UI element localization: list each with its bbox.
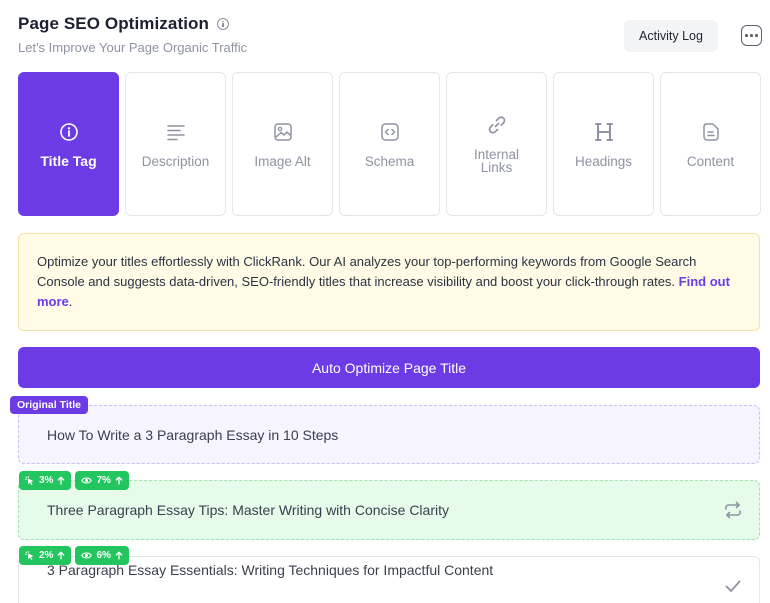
eye-icon xyxy=(81,552,93,559)
tab-label: Title Tag xyxy=(40,152,97,169)
tab-label: Content xyxy=(686,153,735,169)
views-badge: 7% xyxy=(75,471,129,490)
tab-content[interactable]: Content xyxy=(660,72,761,216)
link-icon xyxy=(486,114,508,136)
tab-schema[interactable]: Schema xyxy=(339,72,440,216)
views-value: 7% xyxy=(96,475,111,486)
suggestion-item[interactable]: 3 Paragraph Essay Essentials: Writing Te… xyxy=(18,556,760,603)
click-icon xyxy=(25,475,34,485)
tab-internal-links[interactable]: Internal Links xyxy=(446,72,547,216)
info-icon[interactable] xyxy=(217,18,230,30)
views-value: 6% xyxy=(96,550,111,561)
original-title-text: How To Write a 3 Paragraph Essay in 10 S… xyxy=(47,426,339,443)
banner-link-suffix: . xyxy=(68,294,73,309)
page-subtitle: Let's Improve Your Page Organic Traffic xyxy=(18,40,248,55)
original-title-box: How To Write a 3 Paragraph Essay in 10 S… xyxy=(18,405,760,464)
original-title-tag: Original Title xyxy=(10,396,88,414)
check-icon[interactable] xyxy=(723,576,743,596)
heading-icon xyxy=(593,121,615,143)
suggestion-item[interactable]: Three Paragraph Essay Tips: Master Writi… xyxy=(18,480,760,540)
ctr-value: 2% xyxy=(39,550,54,561)
suggestion-1-metrics: 3% 7% xyxy=(19,471,129,490)
views-badge: 6% xyxy=(75,546,129,565)
ctr-badge: 3% xyxy=(19,471,72,490)
suggestion-text: Three Paragraph Essay Tips: Master Writi… xyxy=(47,502,449,518)
tab-headings[interactable]: Headings xyxy=(553,72,654,216)
banner-text: Optimize your titles effortlessly with C… xyxy=(37,254,697,289)
title-row: Page SEO Optimization xyxy=(18,14,247,34)
ctr-value: 3% xyxy=(39,475,54,486)
tab-label: Description xyxy=(141,153,210,169)
optimization-tabs: Title Tag Description Image Alt Schema I… xyxy=(18,72,761,216)
code-icon xyxy=(379,121,401,143)
auto-optimize-button[interactable]: Auto Optimize Page Title xyxy=(18,347,760,388)
more-options-icon[interactable] xyxy=(741,25,762,46)
page-title: Page SEO Optimization xyxy=(18,14,210,33)
tab-image-alt[interactable]: Image Alt xyxy=(232,72,333,216)
regenerate-icon[interactable] xyxy=(723,500,743,520)
eye-icon xyxy=(81,477,93,484)
tab-label: Image Alt xyxy=(254,153,311,169)
arrow-up-icon xyxy=(58,551,65,560)
page-header: Page SEO Optimization Let's Improve Your… xyxy=(18,14,247,55)
arrow-up-icon xyxy=(115,551,123,560)
ctr-badge: 2% xyxy=(19,546,72,565)
info-icon xyxy=(58,121,80,143)
info-banner: Optimize your titles effortlessly with C… xyxy=(18,233,760,331)
activity-log-button[interactable]: Activity Log xyxy=(624,20,718,52)
tab-label: Schema xyxy=(364,153,415,169)
tab-label: Internal Links xyxy=(473,147,520,175)
tab-label: Headings xyxy=(574,153,633,169)
tab-description[interactable]: Description xyxy=(125,72,226,216)
image-icon xyxy=(272,121,294,143)
arrow-up-icon xyxy=(58,476,65,485)
document-icon xyxy=(700,121,722,143)
lines-icon xyxy=(165,121,187,143)
arrow-up-icon xyxy=(115,476,123,485)
tab-title-tag[interactable]: Title Tag xyxy=(18,72,119,216)
click-icon xyxy=(25,550,34,560)
suggestion-2-metrics: 2% 6% xyxy=(19,546,129,565)
